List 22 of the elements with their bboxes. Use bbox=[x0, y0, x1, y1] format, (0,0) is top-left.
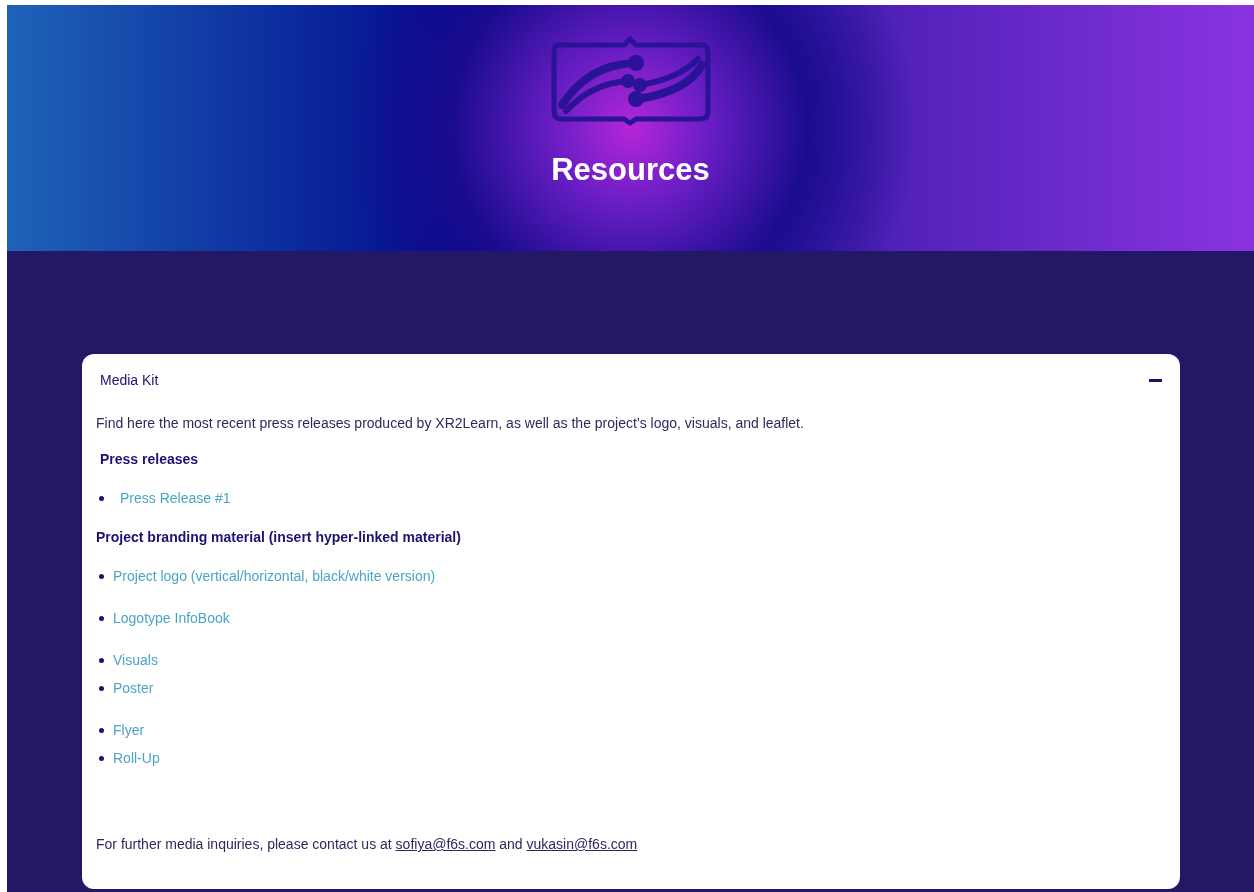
bullet-icon bbox=[99, 727, 104, 733]
bullet-icon bbox=[99, 573, 104, 579]
section-heading: Project branding material (insert hyper-linked material) bbox=[96, 528, 462, 547]
document-link[interactable]: Roll-Up bbox=[113, 748, 160, 768]
bullet-icon bbox=[99, 657, 104, 663]
page-title: Resources bbox=[551, 151, 710, 189]
bullet-icon bbox=[99, 685, 104, 691]
document-link[interactable]: Project logo (vertical/horizontal, black/white version) bbox=[113, 566, 436, 586]
document-link[interactable]: Logotype InfoBook bbox=[113, 608, 230, 628]
document-link[interactable]: Poster bbox=[113, 678, 154, 698]
email-link[interactable]: vukasin@f6s.com bbox=[526, 836, 638, 852]
document-link[interactable]: Visuals bbox=[113, 650, 158, 670]
email-link[interactable]: sofiya@f6s.com bbox=[395, 836, 496, 852]
accordion-title[interactable]: Media Kit bbox=[100, 370, 159, 391]
bullet-icon bbox=[99, 495, 104, 501]
bullet-icon bbox=[99, 755, 104, 761]
document-link[interactable]: Press Release #1 bbox=[120, 488, 231, 508]
section-heading: Press releases bbox=[99, 450, 200, 469]
bullet-icon bbox=[99, 615, 104, 621]
contact-text: For further media inquiries, please contact us at sofiya@f6s.com and vukasin@f6s.com bbox=[96, 835, 639, 854]
document-link[interactable]: Flyer bbox=[113, 720, 145, 740]
intro-text: Find here the most recent press releases produced by XR2Learn, as well as the project’s logo, visuals, and leaflet. bbox=[96, 414, 805, 433]
